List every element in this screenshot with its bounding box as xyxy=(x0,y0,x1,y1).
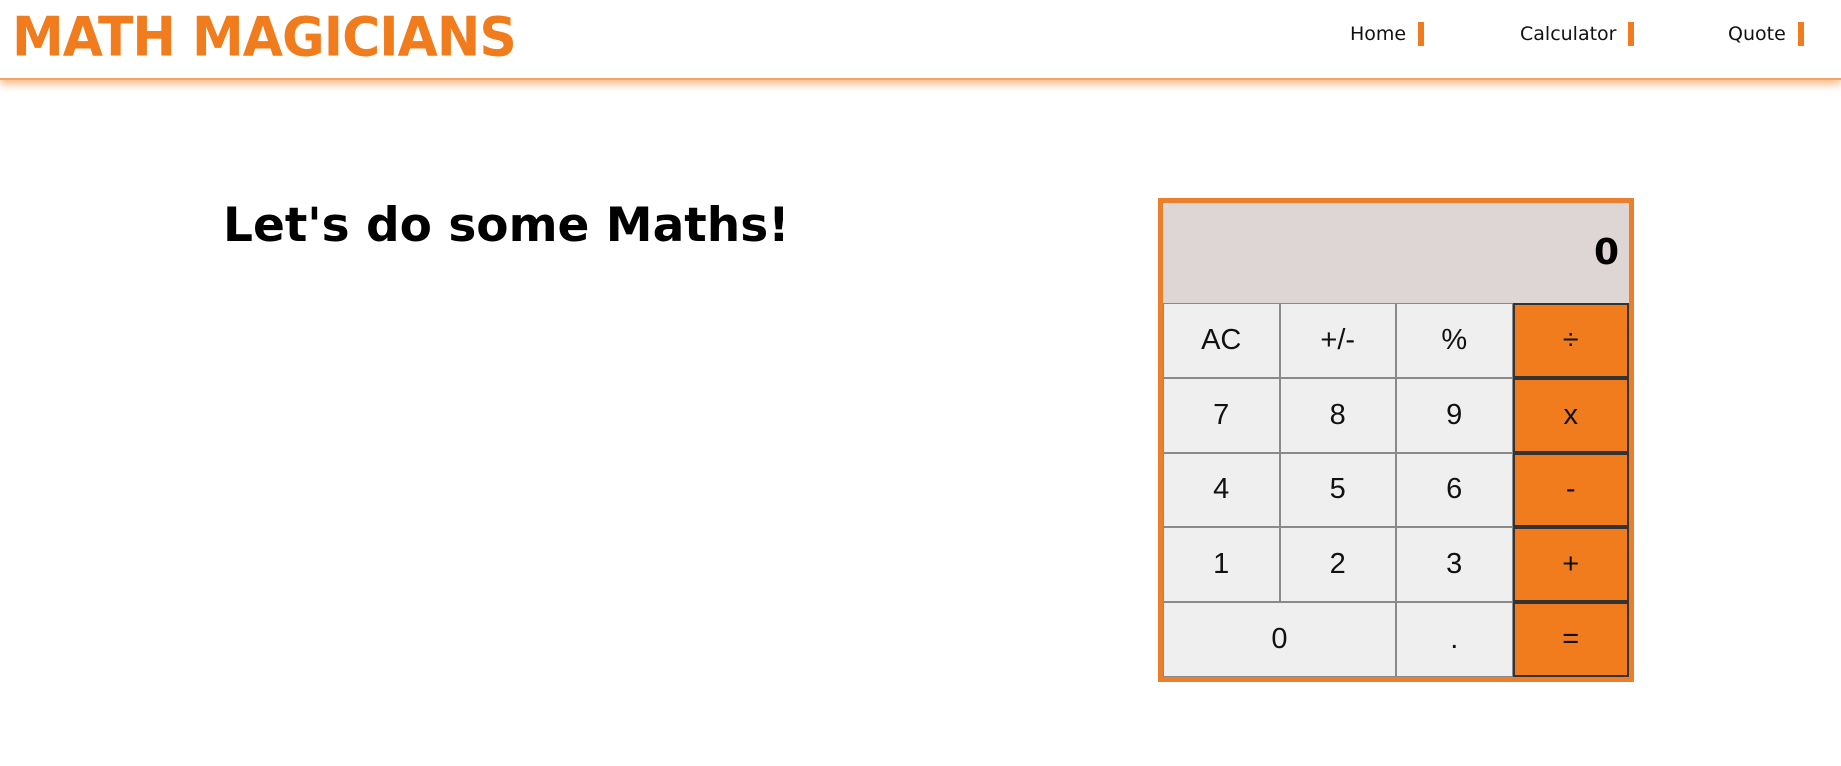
key-equals[interactable]: = xyxy=(1512,602,1629,677)
calculator-display: 0 xyxy=(1163,203,1629,303)
nav-link-quote[interactable]: Quote xyxy=(1728,22,1804,46)
key-0[interactable]: 0 xyxy=(1163,602,1396,677)
nav-link-home[interactable]: Home xyxy=(1350,22,1425,46)
key-all-clear[interactable]: AC xyxy=(1163,303,1280,378)
key-multiply[interactable]: x xyxy=(1512,377,1629,453)
key-9[interactable]: 9 xyxy=(1396,377,1513,453)
logo[interactable]: MATH MAGICIANS xyxy=(12,4,517,71)
key-subtract[interactable]: - xyxy=(1512,452,1629,528)
key-add[interactable]: + xyxy=(1512,527,1629,603)
key-3[interactable]: 3 xyxy=(1396,527,1513,603)
key-percent[interactable]: % xyxy=(1396,303,1513,378)
key-8[interactable]: 8 xyxy=(1279,377,1396,453)
key-decimal[interactable]: . xyxy=(1396,602,1513,677)
nav-link-calculator[interactable]: Calculator xyxy=(1520,22,1635,46)
page-title: Let's do some Maths! xyxy=(223,198,790,253)
calculator: 0 AC +/- % ÷ 7 8 9 x 4 5 6 - 1 2 3 + 0 .… xyxy=(1158,198,1634,682)
key-1[interactable]: 1 xyxy=(1163,527,1280,603)
calculator-keypad: AC +/- % ÷ 7 8 9 x 4 5 6 - 1 2 3 + 0 . = xyxy=(1163,303,1629,677)
key-divide[interactable]: ÷ xyxy=(1512,303,1629,378)
key-7[interactable]: 7 xyxy=(1163,377,1280,453)
key-toggle-sign[interactable]: +/- xyxy=(1279,303,1396,378)
key-6[interactable]: 6 xyxy=(1396,452,1513,528)
site-header: MATH MAGICIANS Home Calculator Quote xyxy=(0,0,1841,80)
key-4[interactable]: 4 xyxy=(1163,452,1280,528)
key-2[interactable]: 2 xyxy=(1279,527,1396,603)
key-5[interactable]: 5 xyxy=(1279,452,1396,528)
